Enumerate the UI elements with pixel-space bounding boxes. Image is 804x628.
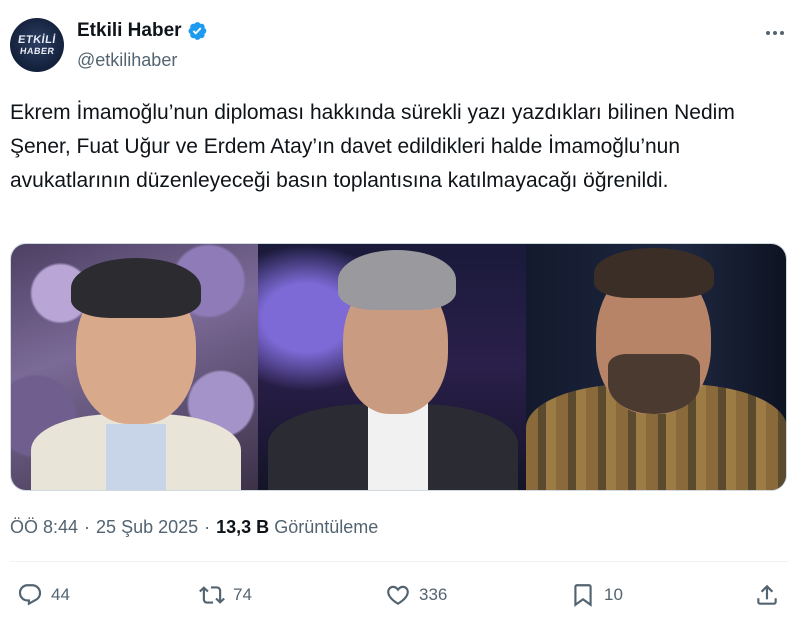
bookmark-icon — [574, 584, 592, 607]
divider — [10, 561, 788, 562]
views-count: 13,3 B — [216, 517, 270, 537]
avatar-logo-line1: ETKİLİ — [17, 33, 57, 46]
person-3-beard — [607, 354, 700, 414]
avatar-logo-line2: HABER — [19, 45, 55, 56]
views-label: Görüntüleme — [274, 517, 379, 537]
repost-count: 74 — [233, 585, 252, 604]
share-icon — [757, 584, 777, 605]
avatar[interactable]: ETKİLİ HABER — [10, 18, 64, 72]
bookmark-count: 10 — [604, 585, 623, 604]
tweet-media[interactable] — [10, 243, 787, 491]
reply-count: 44 — [51, 585, 70, 604]
author-name-row: Etkili Haber — [77, 20, 208, 42]
person-3-hair — [593, 248, 714, 298]
person-2-hair — [338, 250, 457, 310]
meta-separator: · — [204, 517, 211, 537]
like-button[interactable]: 336 — [385, 582, 447, 608]
author-handle[interactable]: @etkilihaber — [77, 50, 177, 71]
heart-icon — [387, 585, 409, 605]
tweet-date[interactable]: 25 Şub 2025 — [96, 517, 198, 538]
meta-separator: · — [84, 517, 91, 537]
verified-badge-icon — [186, 20, 208, 42]
repost-button[interactable]: 74 — [199, 582, 252, 608]
bookmark-button[interactable]: 10 — [570, 582, 623, 608]
more-options-icon[interactable] — [764, 22, 786, 44]
tweet-text: Ekrem İmamoğlu’nun diploması hakkında sü… — [10, 101, 735, 192]
tweet-time[interactable]: ÖÖ 8:44 — [10, 517, 78, 538]
tweet-card: ETKİLİ HABER Etkili Haber @etkilihaber E… — [0, 0, 804, 628]
display-name[interactable]: Etkili Haber — [77, 20, 182, 42]
reply-icon — [18, 584, 42, 606]
photo-person-3[interactable] — [525, 244, 786, 490]
reply-button[interactable]: 44 — [17, 582, 70, 608]
person-1-hair — [71, 258, 201, 318]
repost-icon — [199, 586, 225, 604]
like-count: 336 — [419, 585, 448, 604]
person-1-shirt — [106, 424, 166, 490]
photo-person-1[interactable] — [11, 244, 259, 490]
photo-person-2[interactable] — [258, 244, 526, 490]
share-button[interactable] — [754, 582, 780, 608]
tweet-meta: ÖÖ 8:44 · 25 Şub 2025 · 13,3 B Görüntüle… — [10, 517, 378, 538]
